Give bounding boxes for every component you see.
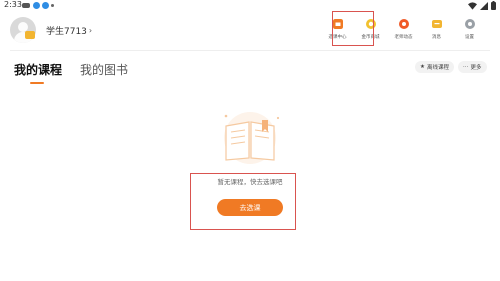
dot-icon [51,4,54,7]
more-icon: ⋯ [463,64,469,70]
battery-icon [491,1,496,10]
signal-icon [480,1,488,10]
status-indicators [468,1,496,10]
header-divider [10,50,490,51]
wifi-icon [468,1,477,10]
nav-settings[interactable]: 设置 [453,13,486,47]
tab-bar: 我的课程 我的图书 [14,61,128,84]
vip-badge-icon [25,31,35,39]
game-controller-icon [22,3,30,8]
nav-messages[interactable]: 消息 [420,13,453,47]
avatar[interactable] [10,17,36,43]
nav-label: 老师动态 [394,35,413,40]
tab-my-courses[interactable]: 我的课程 [14,61,62,84]
nav-label: 设置 [465,35,474,40]
app-notification-icon [42,2,49,9]
nav-label: 消息 [432,35,441,40]
username[interactable]: 学生7713 [46,24,87,37]
status-time: 2:33 [4,0,22,9]
highlight-box [332,11,374,46]
empty-book-illustration [224,112,280,164]
teacher-feed-icon [398,19,409,29]
nav-teacher-feed[interactable]: 老师动态 [387,13,420,47]
offline-courses-button[interactable]: ★ 离线课程 [415,61,454,73]
highlight-box [190,173,296,230]
tab-my-books[interactable]: 我的图书 [80,61,128,78]
app-notification-icon [33,2,40,9]
star-icon: ★ [420,64,425,70]
more-button[interactable]: ⋯ 更多 [458,61,487,73]
profile-header[interactable]: 学生7713 › [10,16,92,44]
chevron-right-icon[interactable]: › [89,26,92,35]
offline-courses-label: 离线课程 [426,65,449,71]
status-bar: 2:33 [0,0,500,12]
gear-icon [464,19,475,29]
message-icon [431,20,442,28]
more-label: 更多 [470,65,482,71]
